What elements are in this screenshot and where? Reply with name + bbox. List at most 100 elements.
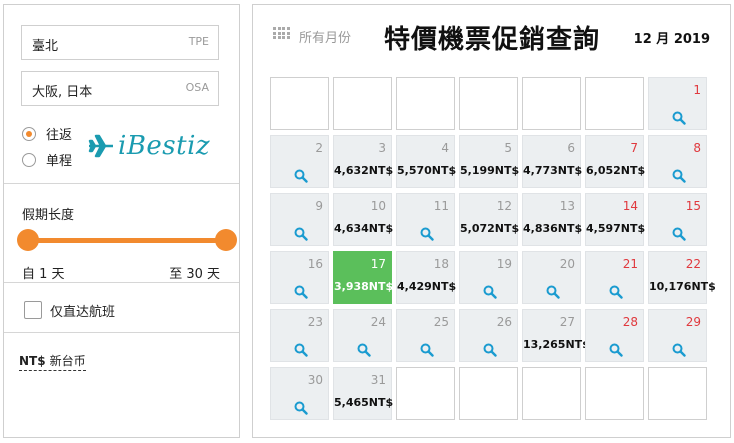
day-number: 23 <box>307 315 323 329</box>
search-icon[interactable] <box>420 343 434 357</box>
calendar-day-11[interactable]: 11 <box>396 193 455 246</box>
calendar-empty-cell <box>459 77 518 130</box>
calendar-day-24[interactable]: 24 <box>333 309 392 362</box>
calendar-day-7[interactable]: 7 6,052NT$ <box>585 135 646 188</box>
day-number: 18 <box>433 257 449 271</box>
calendar-empty-cell <box>396 77 455 130</box>
calendar-day-27[interactable]: 27 13,265NT$ <box>522 309 590 362</box>
radio-one-way-label: 单程 <box>46 154 73 169</box>
duration-slider-min-handle[interactable] <box>17 229 39 251</box>
day-price: 6,052NT$ <box>586 164 646 177</box>
search-icon[interactable] <box>483 343 497 357</box>
calendar-day-2[interactable]: 2 <box>270 135 329 188</box>
destination-field[interactable]: 大阪, 日本 OSA <box>21 71 219 106</box>
day-number: 28 <box>622 315 638 329</box>
grid-icon[interactable] <box>273 27 290 39</box>
currency-selector[interactable]: NT$ 新台币 <box>19 352 86 371</box>
day-number: 16 <box>307 257 323 271</box>
calendar-day-13[interactable]: 13 4,836NT$ <box>522 193 583 246</box>
calendar-day-31[interactable]: 31 5,465NT$ <box>333 367 394 420</box>
day-number: 5 <box>504 141 512 155</box>
radio-one-way-indicator[interactable] <box>22 152 36 167</box>
search-icon[interactable] <box>294 285 308 299</box>
calendar-day-21[interactable]: 21 <box>585 251 644 304</box>
calendar-day-4[interactable]: 4 5,570NT$ <box>396 135 457 188</box>
day-price: 5,199NT$ <box>460 164 520 177</box>
calendar-day-8[interactable]: 8 <box>648 135 707 188</box>
day-number: 25 <box>433 315 449 329</box>
calendar-day-29[interactable]: 29 <box>648 309 707 362</box>
day-price: 4,836NT$ <box>523 222 583 235</box>
calendar-panel: 所有月份 特價機票促銷查詢 12 月 2019 1 2 3 4,632NT$ 4 5,57… <box>252 4 731 438</box>
calendar-day-6[interactable]: 6 4,773NT$ <box>522 135 583 188</box>
search-panel: 臺北 TPE 大阪, 日本 OSA 往返 单程 iBestiz 假期长度 自 1… <box>3 4 240 438</box>
calendar-day-26[interactable]: 26 <box>459 309 518 362</box>
calendar-day-15[interactable]: 15 <box>648 193 707 246</box>
calendar-empty-cell <box>459 367 518 420</box>
search-icon[interactable] <box>609 343 623 357</box>
search-icon[interactable] <box>420 227 434 241</box>
duration-label: 假期长度 <box>22 208 75 223</box>
search-icon[interactable] <box>546 285 560 299</box>
calendar-day-25[interactable]: 25 <box>396 309 455 362</box>
search-icon[interactable] <box>609 285 623 299</box>
origin-code: TPE <box>188 35 209 48</box>
duration-slider-max-handle[interactable] <box>215 229 237 251</box>
calendar-day-5[interactable]: 5 5,199NT$ <box>459 135 520 188</box>
calendar-day-10[interactable]: 10 4,634NT$ <box>333 193 394 246</box>
calendar-empty-cell <box>522 77 581 130</box>
search-icon[interactable] <box>672 111 686 125</box>
calendar-day-3[interactable]: 3 4,632NT$ <box>333 135 393 188</box>
destination-code: OSA <box>185 81 209 94</box>
calendar-day-30[interactable]: 30 <box>270 367 329 420</box>
day-number: 7 <box>630 141 638 155</box>
divider <box>4 183 239 184</box>
day-price: 13,265NT$ <box>523 338 590 351</box>
search-icon[interactable] <box>294 343 308 357</box>
calendar-day-20[interactable]: 20 <box>522 251 581 304</box>
day-number: 12 <box>496 199 512 213</box>
calendar-day-17[interactable]: 17 3,938NT$ <box>333 251 393 304</box>
radio-round-trip-indicator[interactable] <box>22 126 36 141</box>
search-icon[interactable] <box>672 343 686 357</box>
calendar-day-22[interactable]: 22 10,176NT$ <box>648 251 716 304</box>
day-number: 6 <box>567 141 575 155</box>
calendar-empty-cell <box>522 367 581 420</box>
calendar-day-18[interactable]: 18 4,429NT$ <box>396 251 456 304</box>
calendar-day-23[interactable]: 23 <box>270 309 329 362</box>
day-price: 4,773NT$ <box>523 164 583 177</box>
day-number: 21 <box>622 257 638 271</box>
day-number: 20 <box>559 257 575 271</box>
calendar-day-1[interactable]: 1 <box>648 77 707 130</box>
search-icon[interactable] <box>672 227 686 241</box>
calendar-empty-cell <box>333 77 392 130</box>
all-months-link[interactable]: 所有月份 <box>299 27 351 46</box>
day-price: 5,072NT$ <box>460 222 520 235</box>
day-price: 5,465NT$ <box>334 396 394 409</box>
calendar-day-12[interactable]: 12 5,072NT$ <box>459 193 520 246</box>
day-number: 4 <box>441 141 449 155</box>
search-icon[interactable] <box>294 169 308 183</box>
calendar-day-28[interactable]: 28 <box>585 309 644 362</box>
calendar-day-19[interactable]: 19 <box>459 251 518 304</box>
day-price: 5,570NT$ <box>397 164 457 177</box>
calendar-day-14[interactable]: 14 4,597NT$ <box>585 193 645 246</box>
search-icon[interactable] <box>357 343 371 357</box>
day-number: 3 <box>378 141 386 155</box>
search-icon[interactable] <box>672 169 686 183</box>
day-price: 4,634NT$ <box>334 222 394 235</box>
duration-slider-track[interactable] <box>30 238 230 243</box>
currency-code: NT$ <box>19 354 46 368</box>
radio-round-trip[interactable]: 往返 <box>22 124 72 143</box>
calendar-day-9[interactable]: 9 <box>270 193 329 246</box>
radio-round-trip-label: 往返 <box>46 128 73 143</box>
direct-flights-checkbox[interactable] <box>24 301 42 319</box>
calendar-day-16[interactable]: 16 <box>270 251 329 304</box>
origin-field[interactable]: 臺北 TPE <box>21 25 219 60</box>
radio-one-way[interactable]: 单程 <box>22 150 72 169</box>
calendar-empty-cell <box>648 367 707 420</box>
search-icon[interactable] <box>294 401 308 415</box>
search-icon[interactable] <box>294 227 308 241</box>
day-number: 31 <box>370 373 386 387</box>
search-icon[interactable] <box>483 285 497 299</box>
